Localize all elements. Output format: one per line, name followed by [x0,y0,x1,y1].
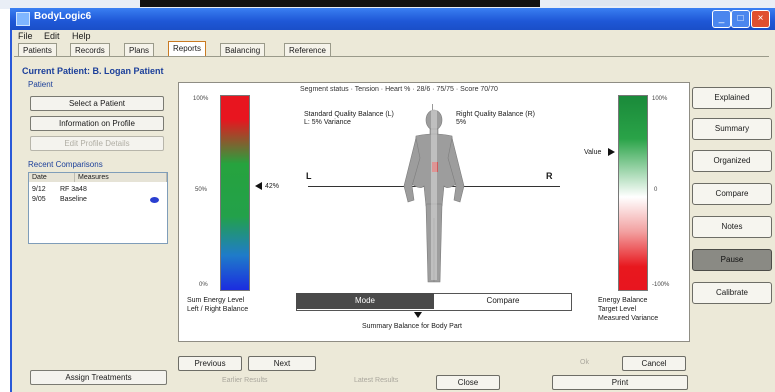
toggle-compare-option[interactable]: Compare [436,293,570,309]
menu-file[interactable]: File [18,31,33,41]
table-row-value[interactable]: Baseline [60,196,87,203]
compare-button[interactable]: Compare [692,183,772,205]
window-title: BodyLogic6 [34,11,92,22]
toggle-mode-option[interactable]: Mode [296,293,434,309]
left-scale-bottom-label: 0% [199,282,208,288]
cancel-button[interactable]: Cancel [622,356,686,371]
right-scale-bottom-label: -100% [652,282,670,288]
previous-button[interactable]: Previous [178,356,242,371]
menu-bar [12,30,775,44]
tab-plans[interactable]: Plans [124,43,155,57]
right-scale-caption: Energy Balance Target Level Measured Var… [598,297,659,322]
edit-profile-button[interactable]: Edit Profile Details [30,136,164,151]
menu-edit[interactable]: Edit [44,31,60,41]
report-caption: Segment status · Tension · Heart % · 28/… [300,86,498,93]
summary-button[interactable]: Summary [692,118,772,140]
left-side-label: L [306,171,312,181]
right-scale-top-label: 100% [652,96,668,102]
select-patient-button[interactable]: Select a Patient [30,96,164,111]
profile-info-button[interactable]: Information on Profile [30,116,164,131]
assign-treatments-button[interactable]: Assign Treatments [30,370,167,385]
latest-results-hint: Latest Results [354,377,399,384]
right-side-label: R [546,171,553,181]
comparisons-table [28,172,168,244]
current-patient-heading: Current Patient: B. Logan Patient [22,66,164,76]
left-scale-caption: Sum Energy Level Left / Right Balance [187,297,249,313]
menu-help[interactable]: Help [72,31,91,41]
selected-row-indicator-icon [150,197,159,203]
right-scale-marker-icon [608,148,615,156]
tab-balancing[interactable]: Balancing [220,43,266,57]
tab-patients[interactable]: Patients [18,43,57,57]
tab-reports[interactable]: Reports [168,41,207,57]
calibrate-button[interactable]: Calibrate [692,282,772,304]
right-scale-mid-label: 0 [654,187,658,193]
notes-button[interactable]: Notes [692,216,772,238]
left-scale-mid-label: 50% [195,187,208,193]
explained-button[interactable]: Explained [692,87,772,109]
column-header-date[interactable]: Date [29,173,75,182]
toggle-pointer-icon [414,312,422,318]
close-report-button[interactable]: Close [436,375,500,390]
left-scale-marker-icon [255,182,262,190]
background-window-edge [560,0,660,6]
table-row-date[interactable]: 9/12 [32,186,46,193]
table-row-value[interactable]: RF 3a48 [60,186,87,193]
ok-hint[interactable]: Ok [580,359,589,366]
left-scale-value: 42% [265,183,280,190]
pause-button[interactable]: Pause [692,249,772,271]
maximize-button[interactable]: □ [731,10,750,28]
column-header-measures[interactable]: Measures [75,173,167,182]
legend-left-line: Standard Quality Balance (L) [304,111,394,118]
tab-records[interactable]: Records [70,43,110,57]
title-bar[interactable] [10,8,775,30]
legend-left-line: L: 5% Variance [304,119,351,126]
patient-group-label: Patient [28,80,53,89]
close-button[interactable]: × [751,10,770,28]
legend-left: Standard Quality Balance (L) L: 5% Varia… [304,111,394,127]
tab-divider [14,56,769,57]
left-scale-top-label: 100% [193,96,209,102]
energy-balance-scale [618,95,648,291]
organized-button[interactable]: Organized [692,150,772,172]
app-icon [16,12,30,26]
minimize-button[interactable]: _ [712,10,731,28]
recent-comparisons-label: Recent Comparisons [28,160,103,169]
earlier-results-hint: Earlier Results [222,377,268,384]
tab-reference[interactable]: Reference [284,43,331,57]
background-window [140,0,540,7]
right-scale-value: Value [584,149,602,156]
print-button[interactable]: Print [552,375,688,390]
next-button[interactable]: Next [248,356,316,371]
energy-level-scale [220,95,250,291]
human-body-figure-icon[interactable] [388,106,480,286]
toggle-caption: Summary Balance for Body Part [362,323,462,330]
table-row-date[interactable]: 9/05 [32,196,46,203]
